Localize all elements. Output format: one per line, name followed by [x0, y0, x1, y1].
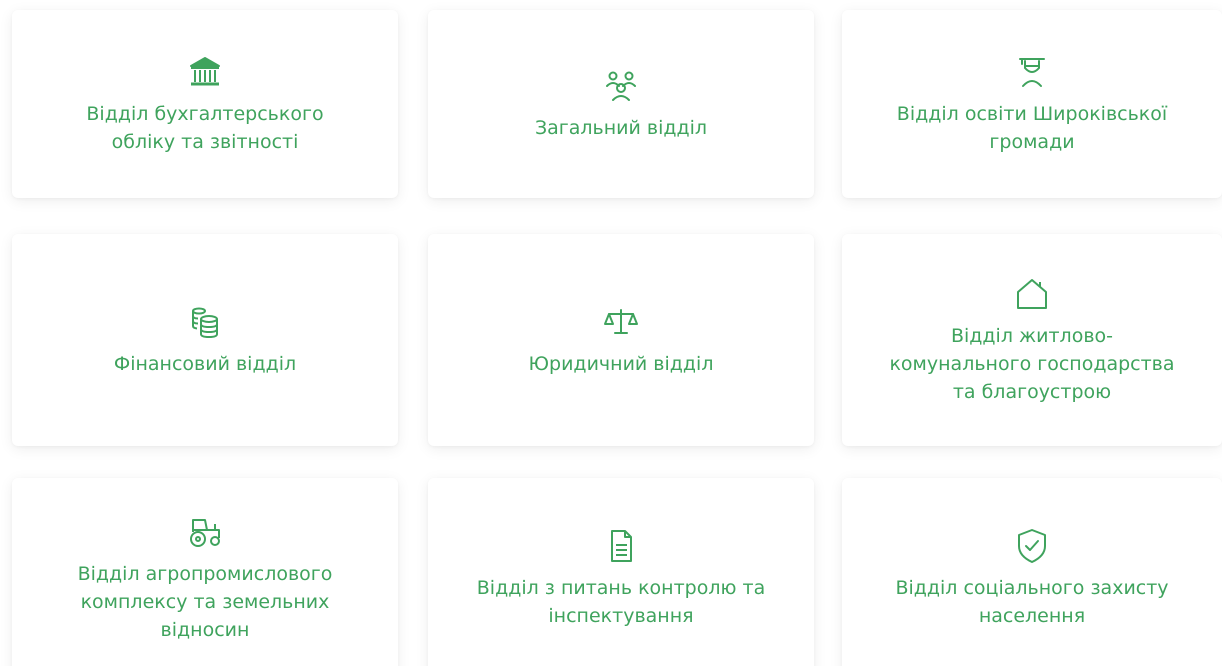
department-label: Фінансовий відділ [113, 353, 297, 375]
department-card-agro[interactable]: Відділ агропромислового комплексу та зем… [12, 478, 398, 666]
department-label: Відділ житлово- комунального господарств… [889, 325, 1175, 403]
shield-check-icon [1012, 526, 1052, 566]
coins-stack-icon [185, 302, 225, 342]
tractor-icon [185, 512, 225, 552]
bank-building-icon [185, 52, 225, 92]
graduate-student-icon [1012, 52, 1052, 92]
department-label: Відділ соціального захисту населення [895, 577, 1169, 627]
department-card-general[interactable]: Загальний відділ [428, 10, 814, 198]
department-card-legal[interactable]: Юридичний відділ [428, 234, 814, 446]
department-label: Відділ з питань контролю та інспектуванн… [476, 577, 766, 627]
department-card-control[interactable]: Відділ з питань контролю та інспектуванн… [428, 478, 814, 666]
house-icon [1012, 274, 1052, 314]
departments-grid: Відділ бухгалтерського обліку та звітнос… [0, 0, 1222, 666]
department-card-housing[interactable]: Відділ житлово- комунального господарств… [842, 234, 1222, 446]
department-label: Відділ бухгалтерського обліку та звітнос… [86, 103, 324, 153]
document-icon [601, 526, 641, 566]
department-card-social[interactable]: Відділ соціального захисту населення [842, 478, 1222, 666]
department-card-finance[interactable]: Фінансовий відділ [12, 234, 398, 446]
department-card-education[interactable]: Відділ освіти Широківської громади [842, 10, 1222, 198]
department-label: Відділ агропромислового комплексу та зем… [77, 563, 333, 641]
scales-of-justice-icon [601, 302, 641, 342]
department-label: Відділ освіти Широківської громади [896, 103, 1168, 153]
department-label: Юридичний відділ [528, 353, 714, 375]
department-label: Загальний відділ [534, 117, 708, 139]
people-group-icon [601, 66, 641, 106]
department-card-accounting[interactable]: Відділ бухгалтерського обліку та звітнос… [12, 10, 398, 198]
